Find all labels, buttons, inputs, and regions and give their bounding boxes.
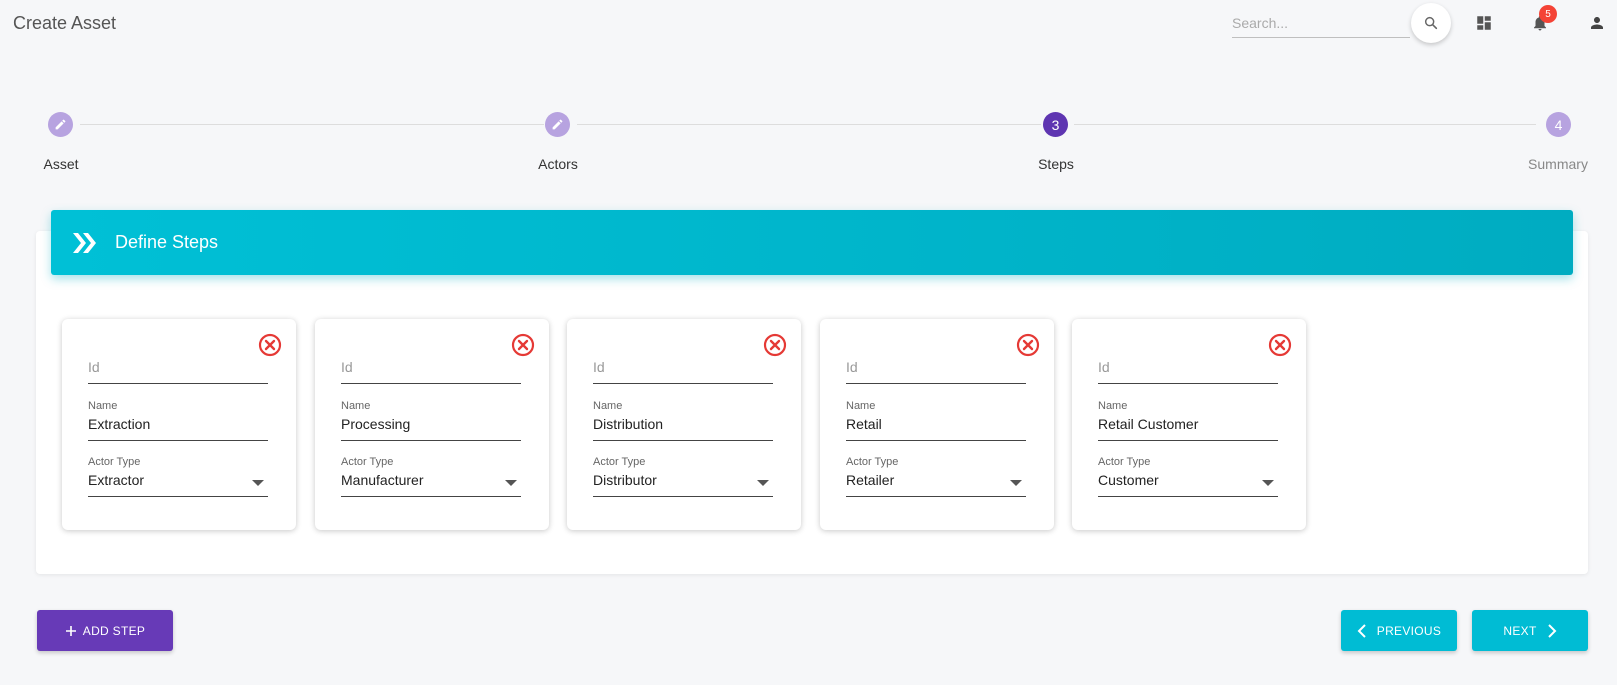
actor-type-label: Actor Type (341, 456, 394, 468)
actor-type-select[interactable]: Actor Type Extractor (88, 456, 268, 497)
actor-type-value: Distributor (593, 472, 657, 488)
search-field[interactable] (1232, 10, 1410, 38)
id-placeholder: Id (593, 359, 605, 375)
dropdown-arrow-icon (252, 480, 264, 486)
remove-step-button[interactable] (1268, 333, 1292, 357)
previous-label: PREVIOUS (1376, 623, 1442, 638)
id-placeholder: Id (88, 359, 100, 375)
search-icon (1424, 16, 1438, 30)
actor-type-label: Actor Type (846, 456, 899, 468)
next-button[interactable]: NEXT (1472, 610, 1588, 651)
step-actors-label: Actors (538, 156, 578, 172)
actor-type-value: Customer (1098, 472, 1159, 488)
actor-type-select[interactable]: Actor Type Retailer (846, 456, 1026, 497)
remove-step-button[interactable] (258, 333, 282, 357)
step-steps-label: Steps (1038, 156, 1074, 172)
dashboard-button[interactable] (1471, 10, 1497, 36)
close-circle-icon (258, 333, 282, 357)
actor-type-select[interactable]: Actor Type Customer (1098, 456, 1278, 497)
name-value: Processing (341, 416, 411, 432)
edit-icon (55, 119, 66, 130)
chevron-left-icon (1357, 623, 1367, 638)
name-value: Retail (846, 416, 882, 432)
actor-type-value: Retailer (846, 472, 895, 488)
remove-step-button[interactable] (763, 333, 787, 357)
actor-type-select[interactable]: Actor Type Distributor (593, 456, 773, 497)
step-card: Id Name Distribution Actor Type Distribu… (567, 319, 801, 530)
step-card: Id Name Retail Actor Type Retailer (820, 319, 1054, 530)
person-icon (1591, 17, 1603, 29)
remove-step-button[interactable] (511, 333, 535, 357)
dashboard-icon (1477, 16, 1491, 30)
search-button[interactable] (1411, 3, 1451, 43)
step-card: Id Name Retail Customer Actor Type Custo… (1072, 319, 1306, 530)
name-label: Name (1098, 400, 1128, 412)
remove-step-button[interactable] (1016, 333, 1040, 357)
actor-type-label: Actor Type (1098, 456, 1151, 468)
account-button[interactable] (1584, 10, 1610, 36)
name-label: Name (593, 400, 623, 412)
close-circle-icon (763, 333, 787, 357)
actor-type-select[interactable]: Actor Type Manufacturer (341, 456, 521, 497)
actor-type-label: Actor Type (593, 456, 646, 468)
chevron-right-icon (1547, 623, 1557, 638)
dropdown-arrow-icon (1010, 480, 1022, 486)
actor-type-label: Actor Type (88, 456, 141, 468)
double-chevron-right-icon (71, 229, 99, 257)
step-card: Id Name Processing Actor Type Manufactur… (315, 319, 549, 530)
id-field[interactable]: Id (846, 359, 1026, 384)
page-title: Create Asset (13, 13, 117, 33)
top-bar: Create Asset 5 (0, 0, 1617, 48)
notification-badge: 5 (1539, 5, 1557, 23)
id-field[interactable]: Id (593, 359, 773, 384)
name-field[interactable]: Name Extraction (88, 400, 268, 441)
stepper-connector (577, 124, 1041, 125)
id-field[interactable]: Id (88, 359, 268, 384)
step-summary-label: Summary (1528, 156, 1588, 172)
actor-type-value: Manufacturer (341, 472, 424, 488)
previous-button[interactable]: PREVIOUS (1341, 610, 1457, 651)
plus-icon (65, 625, 77, 637)
dropdown-arrow-icon (505, 480, 517, 486)
id-field[interactable]: Id (1098, 359, 1278, 384)
step-asset-label: Asset (43, 156, 79, 172)
close-circle-icon (1016, 333, 1040, 357)
add-step-button[interactable]: ADD STEP (37, 610, 173, 651)
close-circle-icon (1268, 333, 1292, 357)
stepper-connector (80, 124, 544, 125)
step-steps-marker[interactable]: 3 (1043, 112, 1068, 137)
edit-icon (552, 119, 563, 130)
step-asset-marker[interactable] (48, 112, 73, 137)
name-field[interactable]: Name Processing (341, 400, 521, 441)
name-field[interactable]: Name Retail (846, 400, 1026, 441)
name-label: Name (846, 400, 876, 412)
step-card: Id Name Extraction Actor Type Extractor (62, 319, 296, 530)
name-value: Extraction (88, 416, 151, 432)
name-value: Distribution (593, 416, 664, 432)
name-label: Name (341, 400, 371, 412)
name-field[interactable]: Name Retail Customer (1098, 400, 1278, 441)
panel-header: Define Steps (51, 210, 1573, 275)
panel-title: Define Steps (115, 232, 219, 252)
actor-type-value: Extractor (88, 472, 145, 488)
close-circle-icon (511, 333, 535, 357)
dropdown-arrow-icon (757, 480, 769, 486)
search-input[interactable] (1232, 10, 1402, 36)
name-label: Name (88, 400, 118, 412)
step-summary-marker[interactable]: 4 (1546, 112, 1571, 137)
id-field[interactable]: Id (341, 359, 521, 384)
id-placeholder: Id (846, 359, 858, 375)
next-label: NEXT (1503, 623, 1537, 638)
stepper-connector (1074, 124, 1536, 125)
add-step-label: ADD STEP (82, 623, 146, 638)
id-placeholder: Id (341, 359, 353, 375)
name-field[interactable]: Name Distribution (593, 400, 773, 441)
dropdown-arrow-icon (1262, 480, 1274, 486)
step-actors-marker[interactable] (545, 112, 570, 137)
name-value: Retail Customer (1098, 416, 1199, 432)
id-placeholder: Id (1098, 359, 1110, 375)
